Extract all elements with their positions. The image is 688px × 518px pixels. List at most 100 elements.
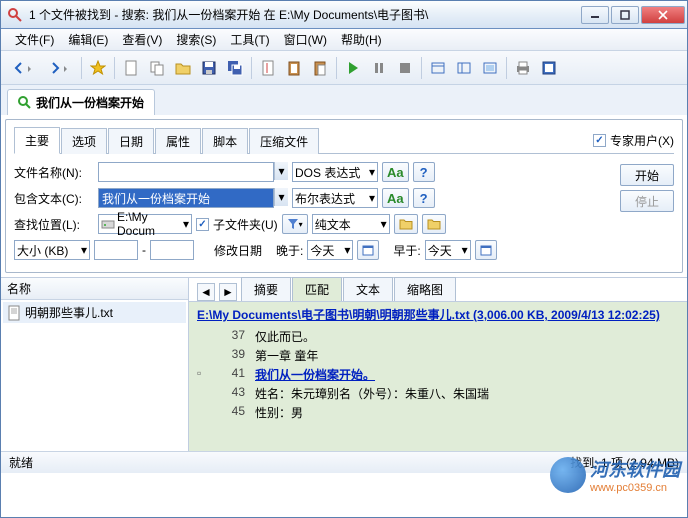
- result-line[interactable]: 39第一章 童年: [197, 346, 679, 365]
- print-button[interactable]: [511, 56, 535, 80]
- sp-tab-attr[interactable]: 属性: [155, 128, 201, 154]
- lookin-combo[interactable]: E:\My Docum▾: [98, 214, 192, 234]
- result-line[interactable]: ▫41我们从一份档案开始。: [197, 365, 679, 384]
- contains-dd[interactable]: ▾: [274, 188, 288, 206]
- result-line[interactable]: 43姓名：朱元璋别名（外号）：朱重八、朱国瑞: [197, 384, 679, 403]
- forward-button[interactable]: [43, 56, 77, 80]
- copy-button[interactable]: [145, 56, 169, 80]
- rtab-text[interactable]: 文本: [343, 277, 393, 301]
- search-tabstrip: 我们从一份档案开始: [1, 85, 687, 115]
- results-area: 名称 明朝那些事儿.txt ◄ ► 摘要 匹配 文本 缩略图 E:\My Doc…: [1, 277, 687, 451]
- preview-pane: ◄ ► 摘要 匹配 文本 缩略图 E:\My Documents\电子图书\明朝…: [189, 278, 687, 451]
- result-line[interactable]: 37仅此而已。: [197, 327, 679, 346]
- settings-button[interactable]: [537, 56, 561, 80]
- clipboard-button[interactable]: [282, 56, 306, 80]
- play-button[interactable]: [341, 56, 365, 80]
- subfolders-label: 子文件夹(U): [213, 216, 278, 233]
- expr2-combo[interactable]: 布尔表达式▾: [292, 188, 378, 208]
- size-from-input[interactable]: [94, 240, 138, 260]
- menu-tools[interactable]: 工具(T): [224, 29, 275, 50]
- rtab-thumb[interactable]: 缩略图: [394, 277, 456, 301]
- result-body[interactable]: 37仅此而已。39第一章 童年▫41我们从一份档案开始。43姓名：朱元璋别名（外…: [189, 327, 687, 451]
- sp-tab-main[interactable]: 主要: [14, 127, 60, 154]
- expert-checkbox[interactable]: [593, 134, 606, 147]
- folder-button-1[interactable]: [394, 214, 418, 234]
- result-header: E:\My Documents\电子图书\明朝\明朝那些事儿.txt (3,00…: [189, 302, 687, 327]
- calendar-before[interactable]: [475, 240, 497, 260]
- file-item[interactable]: 明朝那些事儿.txt: [3, 302, 186, 323]
- window-title: 1 个文件被找到 - 搜索: 我们从一份档案开始 在 E:\My Documen…: [27, 6, 579, 23]
- filename-input[interactable]: [98, 162, 274, 182]
- favorite-button[interactable]: [86, 56, 110, 80]
- file-list[interactable]: 明朝那些事儿.txt: [1, 300, 188, 451]
- sp-tab-date[interactable]: 日期: [108, 128, 154, 154]
- saveall-button[interactable]: [223, 56, 247, 80]
- folder-button-2[interactable]: [422, 214, 446, 234]
- close-button[interactable]: [641, 6, 685, 24]
- moddate-label: 修改日期: [214, 242, 262, 259]
- help-button-1[interactable]: ?: [413, 162, 435, 182]
- minimize-button[interactable]: [581, 6, 609, 24]
- sp-tab-options[interactable]: 选项: [61, 128, 107, 154]
- size-sep: -: [142, 243, 146, 257]
- result-path-link[interactable]: E:\My Documents\电子图书\明朝\明朝那些事儿.txt (3,00…: [197, 308, 660, 322]
- menu-window[interactable]: 窗口(W): [278, 29, 333, 50]
- toolbar: [1, 51, 687, 85]
- status-right: 找到: 1 项 (2.94 MB): [570, 454, 679, 471]
- rtab-summary[interactable]: 摘要: [241, 277, 291, 301]
- back-button[interactable]: [7, 56, 41, 80]
- file-list-pane: 名称 明朝那些事儿.txt: [1, 278, 189, 451]
- menu-view[interactable]: 查看(V): [116, 29, 168, 50]
- menubar: 文件(F) 编辑(E) 查看(V) 搜索(S) 工具(T) 窗口(W) 帮助(H…: [1, 29, 687, 51]
- start-button[interactable]: 开始: [620, 164, 674, 186]
- paste-button[interactable]: [308, 56, 332, 80]
- menu-search[interactable]: 搜索(S): [170, 29, 222, 50]
- calendar-after[interactable]: [357, 240, 379, 260]
- search-tab[interactable]: 我们从一份档案开始: [7, 89, 155, 115]
- case-button-1[interactable]: Aa: [382, 162, 409, 182]
- drive-icon: [101, 218, 115, 230]
- sp-tab-script[interactable]: 脚本: [202, 128, 248, 154]
- after-label: 晚于:: [276, 242, 303, 259]
- help-button-2[interactable]: ?: [413, 188, 435, 208]
- status-left: 就绪: [9, 454, 33, 471]
- panel3-button[interactable]: [478, 56, 502, 80]
- expr1-combo[interactable]: DOS 表达式▾: [292, 162, 378, 182]
- search-icon: [18, 96, 32, 110]
- subfolders-checkbox[interactable]: [196, 218, 209, 231]
- panel2-button[interactable]: [452, 56, 476, 80]
- maximize-button[interactable]: [611, 6, 639, 24]
- before-combo[interactable]: 今天▾: [425, 240, 471, 260]
- cut-button[interactable]: [256, 56, 280, 80]
- filter-button[interactable]: ▾: [282, 214, 308, 234]
- save-button[interactable]: [197, 56, 221, 80]
- sp-tab-archive[interactable]: 压缩文件: [249, 128, 319, 154]
- contains-input[interactable]: [98, 188, 274, 208]
- rtab-match[interactable]: 匹配: [292, 277, 342, 301]
- result-line[interactable]: 45性别：男: [197, 403, 679, 422]
- search-tab-label: 我们从一份档案开始: [36, 94, 144, 111]
- stop-button[interactable]: [393, 56, 417, 80]
- menu-help[interactable]: 帮助(H): [335, 29, 388, 50]
- filename-dd[interactable]: ▾: [274, 162, 288, 180]
- new-button[interactable]: [119, 56, 143, 80]
- menu-edit[interactable]: 编辑(E): [62, 29, 114, 50]
- stop-button[interactable]: 停止: [620, 190, 674, 212]
- texttype-combo[interactable]: 纯文本▾: [312, 214, 390, 234]
- after-combo[interactable]: 今天▾: [307, 240, 353, 260]
- rtab-next[interactable]: ►: [219, 283, 237, 301]
- panel1-button[interactable]: [426, 56, 450, 80]
- rtab-prev[interactable]: ◄: [197, 283, 215, 301]
- filelist-header[interactable]: 名称: [1, 278, 188, 300]
- textfile-icon: [7, 305, 21, 321]
- titlebar: 1 个文件被找到 - 搜索: 我们从一份档案开始 在 E:\My Documen…: [1, 1, 687, 29]
- pause-button[interactable]: [367, 56, 391, 80]
- contains-label: 包含文本(C):: [14, 190, 94, 207]
- open-button[interactable]: [171, 56, 195, 80]
- size-combo[interactable]: 大小 (KB)▾: [14, 240, 90, 260]
- size-to-input[interactable]: [150, 240, 194, 260]
- menu-file[interactable]: 文件(F): [9, 29, 60, 50]
- file-item-label: 明朝那些事儿.txt: [25, 304, 113, 321]
- app-icon: [7, 7, 23, 23]
- case-button-2[interactable]: Aa: [382, 188, 409, 208]
